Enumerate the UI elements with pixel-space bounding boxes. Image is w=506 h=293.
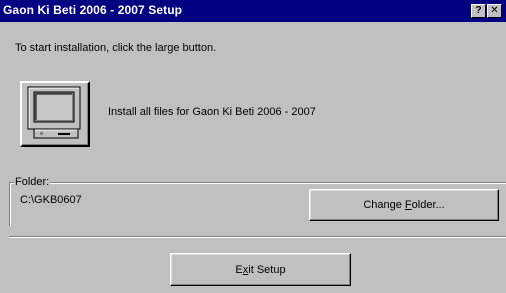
help-button[interactable]: ? [471, 4, 486, 18]
install-button[interactable] [20, 81, 90, 147]
change-folder-button[interactable]: Change Folder... [309, 189, 499, 221]
close-button[interactable]: ✕ [487, 4, 502, 18]
close-icon: ✕ [490, 5, 499, 16]
help-icon: ? [475, 5, 482, 16]
folder-path: C:\GKB0607 [20, 194, 82, 206]
separator [9, 236, 506, 238]
install-label: Install all files for Gaon Ki Beti 2006 … [108, 106, 316, 118]
exit-setup-label: Exit Setup [235, 263, 286, 276]
instruction-text: To start installation, click the large b… [15, 42, 217, 54]
change-folder-label: Change Folder... [363, 199, 445, 211]
exit-setup-button[interactable]: Exit Setup [170, 253, 351, 286]
computer-icon [27, 86, 81, 139]
title-bar: Gaon Ki Beti 2006 - 2007 Setup ? ✕ [0, 0, 506, 22]
folder-label: Folder: [14, 176, 51, 188]
window-title: Gaon Ki Beti 2006 - 2007 Setup [3, 3, 183, 17]
